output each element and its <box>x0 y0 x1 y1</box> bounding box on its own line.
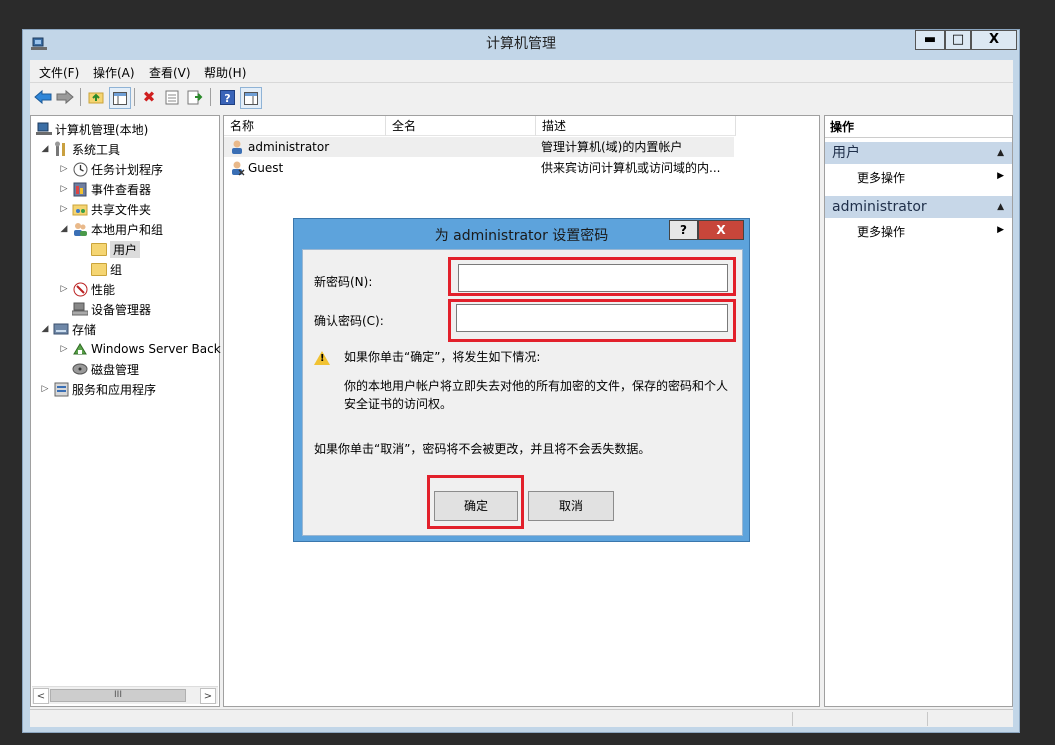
up-folder-icon[interactable] <box>86 87 106 107</box>
tree-item-computer-management[interactable]: 计算机管理(本地) <box>34 119 148 139</box>
expand-icon[interactable]: ▷ <box>58 344 70 354</box>
tree-item-storage[interactable]: ◢ 存储 <box>39 319 96 339</box>
highlight-confirm-password <box>448 299 736 342</box>
collapse-icon[interactable]: ◢ <box>39 324 51 334</box>
show-console-tree-icon[interactable] <box>109 87 131 109</box>
collapse-up-icon[interactable]: ▲ <box>997 196 1004 218</box>
expand-icon[interactable]: ▷ <box>58 284 70 294</box>
table-row[interactable]: Guest 供来宾访问计算机或访问域的内... <box>224 158 734 178</box>
backup-icon <box>72 341 88 357</box>
highlight-new-password <box>448 257 736 296</box>
expand-icon[interactable]: ▷ <box>58 164 70 174</box>
menu-help[interactable]: 帮助(H) <box>204 64 246 81</box>
status-bar <box>30 709 1013 727</box>
maximize-button[interactable]: □ <box>945 30 971 50</box>
actions-header: 操作 <box>825 116 1012 138</box>
row-description: 供来宾访问计算机或访问域的内... <box>541 161 721 175</box>
console-tree: 计算机管理(本地) ◢ 系统工具 ▷ 任务计划程序 ▷ 事件查看器 ▷ 共享文件… <box>30 115 221 707</box>
tree-item-groups[interactable]: 组 <box>89 259 122 279</box>
column-header-name[interactable]: 名称 <box>224 116 386 136</box>
menu-action[interactable]: 操作(A) <box>93 64 135 81</box>
row-name: Guest <box>248 161 284 175</box>
performance-icon <box>72 281 88 297</box>
user-icon <box>232 140 242 154</box>
shared-folder-icon <box>72 201 88 217</box>
scroll-left-icon[interactable]: < <box>33 688 49 704</box>
tree-item-task-scheduler[interactable]: ▷ 任务计划程序 <box>58 159 163 179</box>
expand-icon[interactable]: ▷ <box>58 204 70 214</box>
tree-item-local-users-groups[interactable]: ◢ 本地用户和组 <box>58 219 163 239</box>
window-title: 计算机管理 <box>486 36 556 52</box>
tree-item-system-tools[interactable]: ◢ 系统工具 <box>39 139 120 159</box>
collapse-icon[interactable]: ◢ <box>39 144 51 154</box>
svg-text:?: ? <box>224 92 230 105</box>
toolbar: ✖ ? <box>30 82 1013 110</box>
scroll-thumb[interactable]: III <box>50 689 186 702</box>
actions-section-administrator[interactable]: administrator ▲ <box>825 196 1012 218</box>
tree-item-users[interactable]: 用户 <box>89 239 141 259</box>
menu-view[interactable]: 查看(V) <box>149 64 191 81</box>
menu-bar: 文件(F) 操作(A) 查看(V) 帮助(H) <box>30 60 1013 82</box>
tree-item-event-viewer[interactable]: ▷ 事件查看器 <box>58 179 151 199</box>
warning-text-line2: 你的本地用户帐户将立即失去对他的所有加密的文件，保存的密码和个人 <box>344 379 729 393</box>
tree-item-performance[interactable]: ▷ 性能 <box>58 279 115 299</box>
folder-icon <box>91 241 107 257</box>
export-list-icon[interactable] <box>185 87 205 107</box>
scroll-right-icon[interactable]: > <box>200 688 216 704</box>
column-header-fullname[interactable]: 全名 <box>386 116 536 136</box>
actions-pane: 操作 用户 ▲ 更多操作 ▶ administrator ▲ 更多操作 ▶ <box>824 115 1013 707</box>
row-description: 管理计算机(域)的内置帐户 <box>541 140 683 154</box>
expand-icon[interactable]: ▷ <box>39 384 51 394</box>
action-more-actions[interactable]: 更多操作 <box>857 169 905 186</box>
highlight-ok-button <box>427 475 524 529</box>
show-action-pane-icon[interactable] <box>240 87 262 109</box>
warning-text-line1: 如果你单击“确定”，将发生如下情况: <box>344 350 541 364</box>
folder-icon <box>91 261 107 277</box>
help-icon[interactable]: ? <box>217 87 237 107</box>
tree-item-windows-server-backup[interactable]: ▷ Windows Server Back <box>58 339 221 359</box>
actions-section-users[interactable]: 用户 ▲ <box>825 142 1012 164</box>
menu-file[interactable]: 文件(F) <box>39 64 79 81</box>
dialog-body: 新密码(N): 确认密码(C): ! 如果你单击“确定”，将发生如下情况: 你的… <box>302 249 743 536</box>
warning-text-line3: 安全证书的访问权。 <box>344 397 453 411</box>
table-row[interactable]: administrator 管理计算机(域)的内置帐户 <box>224 137 734 157</box>
new-password-label: 新密码(N): <box>314 275 373 289</box>
column-header-description[interactable]: 描述 <box>536 116 736 136</box>
device-manager-icon <box>72 301 88 317</box>
expand-icon[interactable]: ▷ <box>58 184 70 194</box>
cancel-button[interactable]: 取消 <box>528 491 614 521</box>
cancel-note: 如果你单击“取消”，密码将不会被更改，并且将不会丢失数据。 <box>314 442 651 456</box>
tree-item-device-manager[interactable]: 设备管理器 <box>70 299 151 319</box>
row-name: administrator <box>248 140 330 154</box>
users-group-icon <box>72 221 88 237</box>
tree-item-services-apps[interactable]: ▷ 服务和应用程序 <box>39 379 156 399</box>
tools-icon <box>53 141 69 157</box>
services-icon <box>53 381 69 397</box>
collapse-icon[interactable]: ◢ <box>58 224 70 234</box>
minimize-button[interactable]: ▬ <box>915 30 945 50</box>
close-button[interactable]: X <box>971 30 1017 50</box>
tree-item-shared-folders[interactable]: ▷ 共享文件夹 <box>58 199 151 219</box>
dialog-close-button[interactable]: X <box>698 220 744 240</box>
back-icon[interactable] <box>33 87 53 107</box>
forward-icon[interactable] <box>55 87 75 107</box>
collapse-up-icon[interactable]: ▲ <box>997 142 1004 164</box>
tree-horizontal-scrollbar[interactable]: < III > <box>32 686 218 704</box>
properties-icon[interactable] <box>162 87 182 107</box>
submenu-arrow-icon: ▶ <box>997 225 1004 235</box>
help-button[interactable]: ? <box>669 220 698 240</box>
storage-icon <box>53 321 69 337</box>
confirm-password-label: 确认密码(C): <box>314 314 384 328</box>
disk-icon <box>72 361 88 377</box>
clock-icon <box>72 161 88 177</box>
user-icon <box>232 161 245 176</box>
set-password-dialog: 为 administrator 设置密码 ? X 新密码(N): 确认密码(C)… <box>293 218 750 542</box>
tree-item-disk-management[interactable]: 磁盘管理 <box>70 359 139 379</box>
event-viewer-icon <box>72 181 88 197</box>
delete-icon[interactable]: ✖ <box>139 87 159 107</box>
action-more-actions[interactable]: 更多操作 <box>857 223 905 240</box>
submenu-arrow-icon: ▶ <box>997 171 1004 181</box>
computer-management-icon <box>36 121 52 137</box>
